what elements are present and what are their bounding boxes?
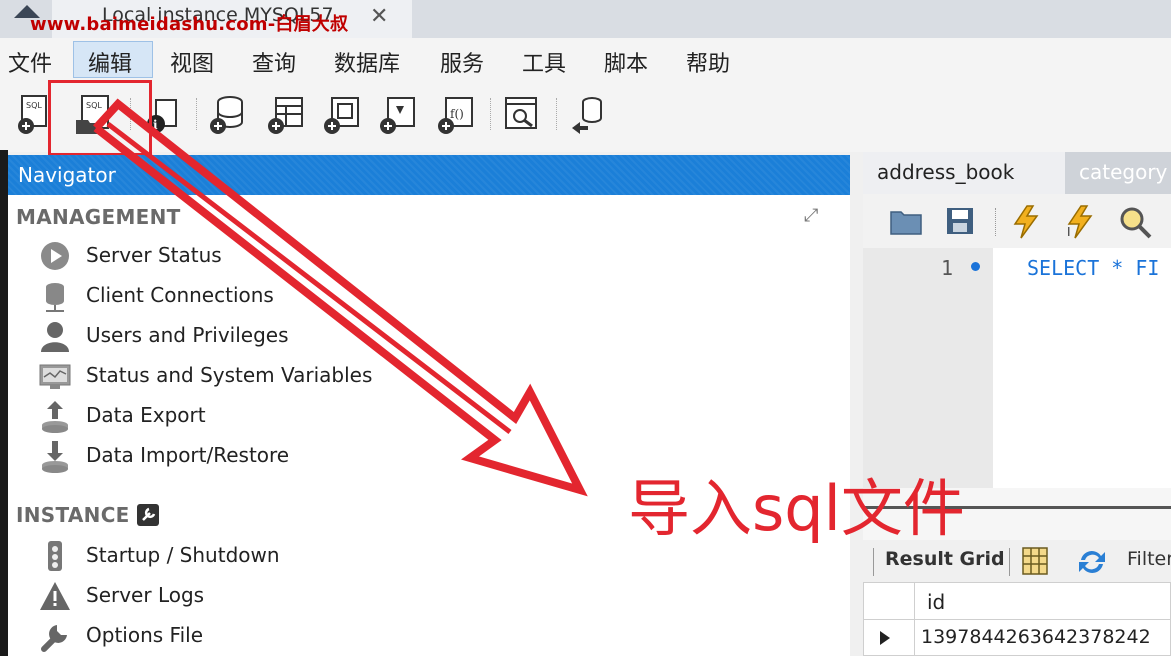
editor-gutter: 1 (863, 248, 993, 488)
grid-view-icon[interactable] (1021, 546, 1049, 576)
toolbar-separator (1009, 548, 1010, 576)
client-connections-icon (46, 283, 64, 312)
title-bar: Local instance MYSQL57 ✕ www.baimeidashu… (0, 0, 1171, 38)
nav-item-label: Users and Privileges (86, 323, 289, 347)
navigator-panel: MANAGEMENT ⤢ Server Status Client Connec… (8, 195, 850, 656)
menu-view[interactable]: 视图 (170, 46, 214, 78)
sql-editor[interactable]: SELECT * FI (993, 248, 1171, 488)
navigator-title: Navigator (18, 163, 116, 187)
watermark: www.baimeidashu.com-白眉大叔 (30, 14, 349, 35)
main-toolbar: SQL SQL i f() (0, 82, 1171, 152)
instance-section-title: INSTANCE (16, 503, 130, 527)
menu-tools[interactable]: 工具 (522, 46, 566, 78)
wrench-icon (41, 625, 67, 652)
column-header[interactable] (914, 582, 1171, 620)
management-section-title: MANAGEMENT (16, 205, 181, 229)
tab-label: category (1079, 160, 1168, 184)
menu-scripting[interactable]: 脚本 (604, 46, 648, 78)
sql-code: SELECT * FI (1027, 256, 1160, 280)
create-table-icon[interactable] (264, 92, 306, 138)
svg-text:i: i (153, 118, 158, 132)
warning-icon (40, 582, 70, 610)
toolbar-separator (490, 98, 492, 130)
nav-item-label: Status and System Variables (86, 363, 373, 387)
menu-file[interactable]: 文件 (8, 46, 52, 78)
execute-icon[interactable] (1009, 204, 1043, 240)
tab-address-book[interactable]: address_book (863, 152, 1065, 194)
menu-edit[interactable]: 编辑 (88, 46, 132, 78)
menu-bar: 文件 编辑 视图 查询 数据库 服务 工具 脚本 帮助 (0, 38, 1171, 82)
startup-shutdown-icon (48, 541, 62, 571)
row-selector[interactable] (863, 619, 915, 656)
statement-marker (971, 262, 980, 271)
tab-label: address_book (877, 160, 1015, 184)
explain-icon[interactable] (1117, 204, 1153, 240)
nav-item-server-logs[interactable]: Server Logs (38, 579, 438, 613)
nav-item-options-file[interactable]: Options File (38, 619, 438, 653)
line-number: 1 (941, 256, 954, 280)
toolbar-separator (873, 548, 874, 576)
nav-item-users-privileges[interactable]: Users and Privileges (38, 319, 438, 353)
nav-item-client-connections[interactable]: Client Connections (38, 279, 438, 313)
menu-server[interactable]: 服务 (440, 46, 484, 78)
toolbar-separator (995, 208, 997, 236)
column-header-label: id (927, 590, 946, 614)
svg-text:SQL: SQL (26, 101, 42, 110)
nav-item-data-import[interactable]: Data Import/Restore (38, 439, 438, 473)
create-view-icon[interactable] (320, 92, 362, 138)
nav-item-label: Data Export (86, 403, 206, 427)
navigator-header: Navigator (8, 155, 850, 195)
nav-item-status-variables[interactable]: Status and System Variables (38, 359, 438, 393)
monitor-icon (39, 364, 71, 389)
wrench-badge-icon (137, 504, 159, 526)
server-status-icon (41, 242, 69, 270)
editor-tab-bar: address_book category (863, 152, 1171, 194)
search-table-data-icon[interactable] (500, 92, 542, 138)
filter-label: Filter (1127, 548, 1171, 570)
editor-toolbar: I (863, 194, 1171, 248)
nav-item-label: Client Connections (86, 283, 274, 307)
nav-item-label: Server Status (86, 243, 222, 267)
nav-item-data-export[interactable]: Data Export (38, 399, 438, 433)
nav-item-startup-shutdown[interactable]: Startup / Shutdown (38, 539, 438, 573)
import-button-highlight (48, 80, 152, 156)
nav-item-label: Data Import/Restore (86, 443, 290, 467)
create-schema-icon[interactable] (206, 92, 248, 138)
row-header-cell (863, 582, 915, 620)
refresh-icon[interactable] (1075, 546, 1109, 578)
create-procedure-icon[interactable] (376, 92, 418, 138)
menu-database[interactable]: 数据库 (334, 46, 400, 78)
open-folder-icon[interactable] (889, 206, 923, 236)
save-icon[interactable] (945, 206, 975, 236)
execute-current-icon[interactable]: I (1063, 204, 1097, 240)
toolbar-separator (196, 98, 198, 130)
annotation-label: 导入sql文件 (628, 472, 965, 545)
data-import-icon (42, 441, 68, 473)
result-grid-tab[interactable]: Result Grid (885, 548, 1005, 570)
menu-help[interactable]: 帮助 (686, 46, 730, 78)
user-icon (41, 322, 69, 352)
svg-text:I: I (1067, 225, 1071, 239)
row-pointer-icon (880, 631, 890, 645)
svg-text:f(): f() (450, 107, 464, 121)
nav-item-label: Options File (86, 623, 203, 647)
create-function-icon[interactable]: f() (434, 92, 476, 138)
nav-item-server-status[interactable]: Server Status (38, 239, 438, 273)
toolbar-separator (556, 98, 558, 130)
result-table: id 1397844263642378242 (863, 582, 1171, 656)
reconnect-icon[interactable] (566, 92, 608, 138)
cell-value: 1397844263642378242 (921, 626, 1151, 648)
data-export-icon (42, 401, 68, 433)
nav-item-label: Server Logs (86, 583, 205, 607)
window-edge (0, 150, 8, 656)
menu-query[interactable]: 查询 (252, 46, 296, 78)
expand-icon[interactable]: ⤢ (804, 205, 818, 226)
nav-item-label: Startup / Shutdown (86, 543, 280, 567)
close-icon[interactable]: ✕ (370, 4, 388, 29)
